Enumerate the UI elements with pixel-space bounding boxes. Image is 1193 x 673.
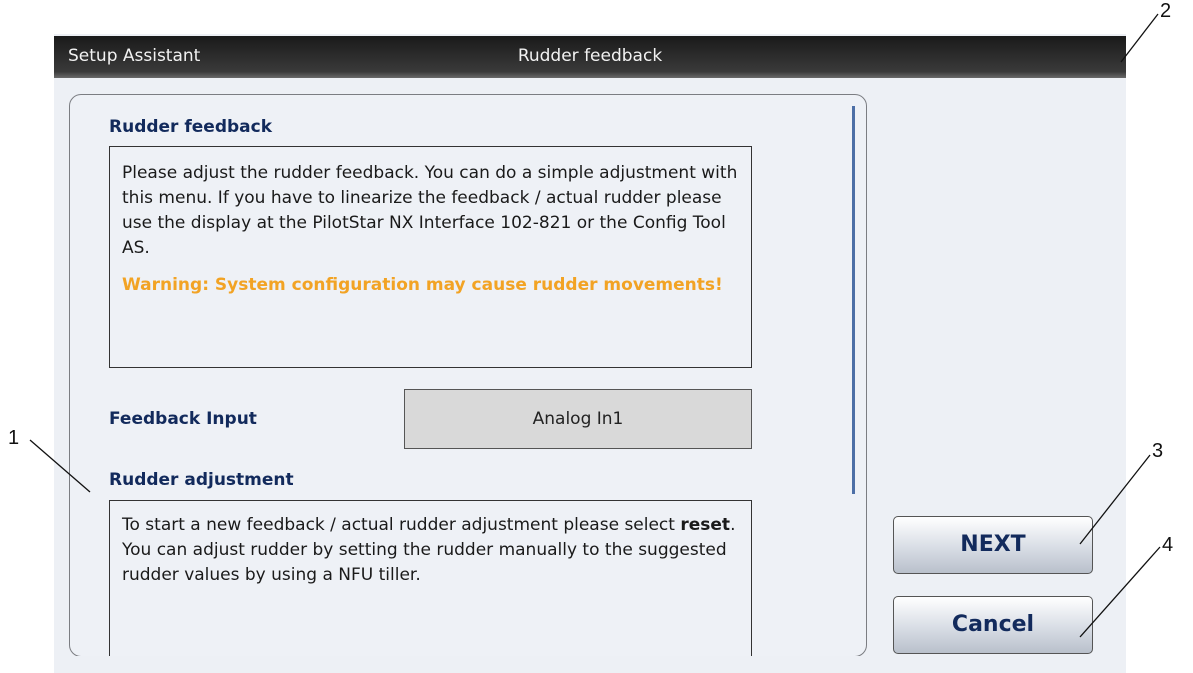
callout-2: 2 bbox=[1160, 0, 1172, 22]
callout-1: 1 bbox=[8, 427, 20, 449]
callout-4: 4 bbox=[1162, 534, 1174, 556]
callout-3: 3 bbox=[1152, 440, 1164, 462]
callout-line-3 bbox=[1079, 454, 1151, 545]
callout-line-1 bbox=[29, 439, 91, 493]
callout-lines bbox=[29, 13, 1161, 638]
callout-line-4 bbox=[1079, 546, 1161, 638]
callout-line-2 bbox=[1120, 13, 1159, 63]
